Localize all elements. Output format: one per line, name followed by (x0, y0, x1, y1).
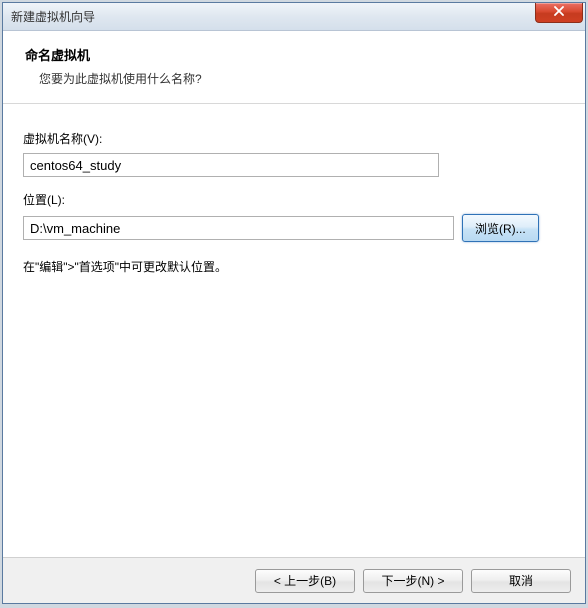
vm-name-input[interactable] (23, 153, 439, 177)
vm-location-label: 位置(L): (23, 191, 565, 208)
page-subtitle: 您要为此虚拟机使用什么名称? (25, 70, 563, 87)
vm-location-input[interactable] (23, 216, 454, 240)
page-title: 命名虚拟机 (25, 45, 563, 64)
window-title: 新建虚拟机向导 (11, 8, 95, 25)
next-button[interactable]: 下一步(N) > (363, 569, 463, 593)
wizard-header: 命名虚拟机 您要为此虚拟机使用什么名称? (3, 31, 585, 104)
wizard-window: 新建虚拟机向导 命名虚拟机 您要为此虚拟机使用什么名称? 虚拟机名称(V): 位… (2, 2, 586, 604)
vm-name-label: 虚拟机名称(V): (23, 130, 565, 147)
titlebar: 新建虚拟机向导 (3, 3, 585, 31)
wizard-footer: < 上一步(B) 下一步(N) > 取消 (3, 557, 585, 603)
browse-button[interactable]: 浏览(R)... (462, 214, 539, 242)
close-button[interactable] (535, 3, 583, 23)
back-button[interactable]: < 上一步(B) (255, 569, 355, 593)
cancel-button[interactable]: 取消 (471, 569, 571, 593)
close-icon (553, 5, 565, 19)
location-hint: 在"编辑">"首选项"中可更改默认位置。 (23, 258, 565, 275)
wizard-content: 虚拟机名称(V): 位置(L): 浏览(R)... 在"编辑">"首选项"中可更… (3, 104, 585, 572)
